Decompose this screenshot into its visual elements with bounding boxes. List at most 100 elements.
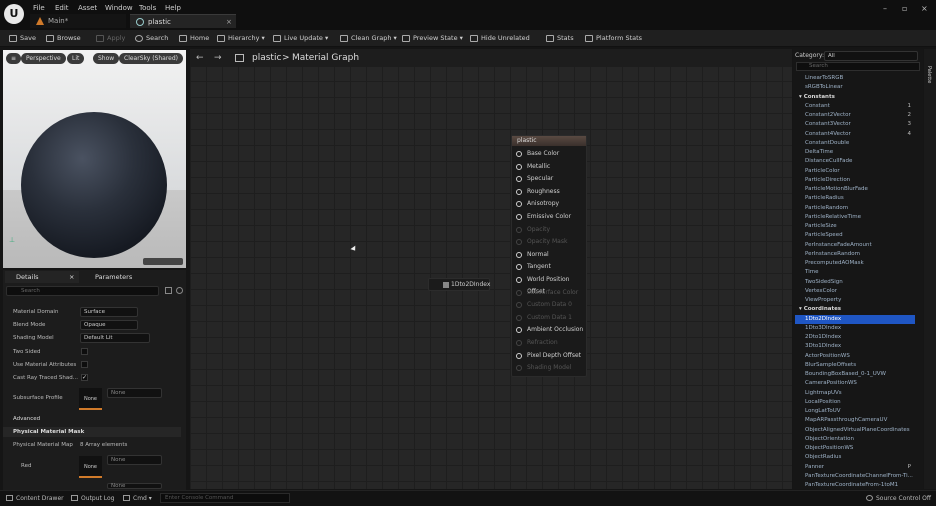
- palette-item[interactable]: ParticleColor: [795, 167, 915, 176]
- pin-connector-icon[interactable]: [516, 201, 522, 208]
- material-domain-dropdown[interactable]: Surface: [80, 307, 138, 317]
- material-output-node[interactable]: plastic Base Color Metallic Specular Roughn…: [511, 135, 587, 377]
- perspective-button[interactable]: Perspective: [21, 53, 66, 64]
- node-pin[interactable]: Normal: [515, 249, 549, 261]
- node-pin[interactable]: Ambient Occlusion: [515, 324, 583, 336]
- palette-item[interactable]: MapARPassthroughCameraUV: [795, 416, 915, 425]
- palette-item[interactable]: CameraPositionWS: [795, 379, 915, 388]
- pin-connector-icon[interactable]: [516, 277, 522, 283]
- menu-window[interactable]: Window: [105, 4, 133, 12]
- pin-connector-icon[interactable]: [516, 314, 522, 321]
- pin-connector-icon[interactable]: [516, 327, 522, 334]
- breadcrumb-root[interactable]: plastic: [252, 53, 281, 63]
- tab-close-button[interactable]: ×: [226, 15, 232, 29]
- live-update-button[interactable]: Live Update ▾: [273, 33, 328, 44]
- palette-item[interactable]: DistanceCullFade: [795, 157, 915, 166]
- palette-item[interactable]: LocalPosition: [795, 398, 915, 407]
- palette-item[interactable]: ParticleSize: [795, 222, 915, 231]
- palette-item[interactable]: Constant3Vector 3: [795, 120, 915, 129]
- home-button[interactable]: Home: [179, 33, 209, 44]
- palette-item[interactable]: PerInstanceFadeAmount: [795, 241, 915, 250]
- menu-tools[interactable]: Tools: [139, 4, 156, 12]
- node-pin[interactable]: Anisotropy: [515, 198, 559, 210]
- palette-item[interactable]: ParticleRadius: [795, 194, 915, 203]
- red-thumbnail[interactable]: None: [79, 456, 102, 478]
- menu-asset[interactable]: Asset: [78, 4, 97, 12]
- tab-parameters[interactable]: Parameters: [84, 271, 180, 283]
- apply-button[interactable]: Apply: [96, 33, 125, 44]
- tab-plastic[interactable]: plastic ×: [130, 14, 236, 28]
- material-graph-canvas[interactable]: [190, 49, 792, 489]
- content-drawer-button[interactable]: Content Drawer: [6, 494, 64, 503]
- pin-connector-icon[interactable]: [516, 289, 522, 296]
- menu-file[interactable]: File: [33, 4, 45, 12]
- category-dropdown[interactable]: All: [824, 51, 918, 61]
- back-arrow-icon[interactable]: ←: [196, 53, 204, 63]
- source-control-button[interactable]: Source Control Off: [866, 494, 931, 503]
- palette-item[interactable]: LongLatToUV: [795, 407, 915, 416]
- node-pin[interactable]: Base Color: [515, 148, 559, 160]
- node-pin[interactable]: Custom Data 0: [515, 299, 572, 311]
- menu-edit[interactable]: Edit: [55, 4, 69, 12]
- palette-item[interactable]: DeltaTime: [795, 148, 915, 157]
- pin-connector-icon[interactable]: [516, 151, 522, 157]
- maximize-button[interactable]: ▫: [902, 4, 907, 13]
- palette-item[interactable]: Constant4Vector 4: [795, 130, 915, 139]
- stats-button[interactable]: Stats: [546, 33, 574, 44]
- hide-unrelated-button[interactable]: Hide Unrelated: [470, 33, 530, 44]
- advanced-section[interactable]: Advanced: [3, 414, 181, 424]
- viewport-menu-button[interactable]: ≡: [6, 53, 22, 64]
- palette-item[interactable]: ObjectOrientation: [795, 435, 915, 444]
- menu-help[interactable]: Help: [165, 4, 181, 12]
- palette-item[interactable]: ViewProperty: [795, 296, 915, 305]
- palette-item[interactable]: VertexColor: [795, 287, 915, 296]
- browse-button[interactable]: Browse: [46, 33, 81, 44]
- palette-item[interactable]: Constant2Vector 2: [795, 111, 915, 120]
- close-button[interactable]: ×: [921, 4, 928, 13]
- pin-connector-icon[interactable]: [516, 239, 522, 246]
- tab-details[interactable]: Details ×: [5, 271, 79, 283]
- palette-item[interactable]: 2Dto1DIndex: [795, 333, 915, 342]
- palette-item[interactable]: 1Dto2DIndex: [795, 314, 915, 324]
- output-log-button[interactable]: Output Log: [71, 494, 114, 503]
- forward-arrow-icon[interactable]: →: [214, 53, 222, 63]
- pin-connector-icon[interactable]: [516, 264, 522, 271]
- cast-ray-traced-checkbox[interactable]: ✓: [81, 374, 88, 381]
- palette-item[interactable]: 1Dto3DIndex: [795, 324, 915, 333]
- settings-gear-icon[interactable]: [176, 287, 183, 294]
- palette-item[interactable]: 3Dto1DIndex: [795, 342, 915, 351]
- preview-shape-buttons[interactable]: [143, 258, 183, 265]
- physical-material-mask-section[interactable]: Physical Material Mask: [3, 427, 181, 437]
- node-pin[interactable]: Emissive Color: [515, 211, 571, 223]
- palette-category[interactable]: ▾ Coordinates: [795, 305, 915, 314]
- tab-main[interactable]: Main*: [30, 14, 126, 28]
- palette-item[interactable]: PrecomputedAOMask: [795, 259, 915, 268]
- palette-item[interactable]: LinearToSRGB: [795, 74, 915, 83]
- lit-button[interactable]: Lit: [67, 53, 85, 64]
- pin-connector-icon[interactable]: [516, 251, 522, 258]
- preview-viewport[interactable]: ≡ Perspective Lit Show ClearSky (Shared)…: [3, 50, 186, 268]
- node-pin[interactable]: Subsurface Color: [515, 287, 578, 299]
- details-search-input[interactable]: Search: [6, 286, 159, 296]
- pin-connector-icon[interactable]: [516, 214, 522, 220]
- palette-item[interactable]: PanTextureCoordinateChannelFrom-Ti...: [795, 472, 915, 481]
- node-pin[interactable]: Metallic: [515, 161, 550, 173]
- pin-connector-icon[interactable]: [516, 340, 522, 346]
- subsurface-dropdown[interactable]: None: [107, 388, 162, 398]
- palette-item[interactable]: ParticleSpeed: [795, 231, 915, 240]
- palette-item[interactable]: TwoSidedSign: [795, 278, 915, 287]
- node-pin[interactable]: World Position Offset: [515, 274, 586, 295]
- palette-item[interactable]: ConstantDouble: [795, 139, 915, 148]
- node-pin[interactable]: Tangent: [515, 261, 551, 273]
- palette-item[interactable]: Constant 1: [795, 102, 915, 111]
- palette-item[interactable]: PanTextureCoordinateFrom-1toM1: [795, 481, 915, 488]
- blend-mode-dropdown[interactable]: Opaque: [80, 320, 138, 330]
- two-sided-checkbox[interactable]: [81, 348, 88, 355]
- cmd-dropdown[interactable]: Cmd ▾: [123, 494, 152, 503]
- palette-side-tab[interactable]: Palette: [926, 66, 932, 83]
- pin-connector-icon[interactable]: [516, 365, 522, 372]
- hierarchy-button[interactable]: Hierarchy ▾: [217, 33, 265, 44]
- sky-dropdown[interactable]: ClearSky (Shared): [119, 53, 184, 64]
- pin-connector-icon[interactable]: [516, 352, 522, 359]
- palette-item[interactable]: BlurSampleOffsets: [795, 361, 915, 370]
